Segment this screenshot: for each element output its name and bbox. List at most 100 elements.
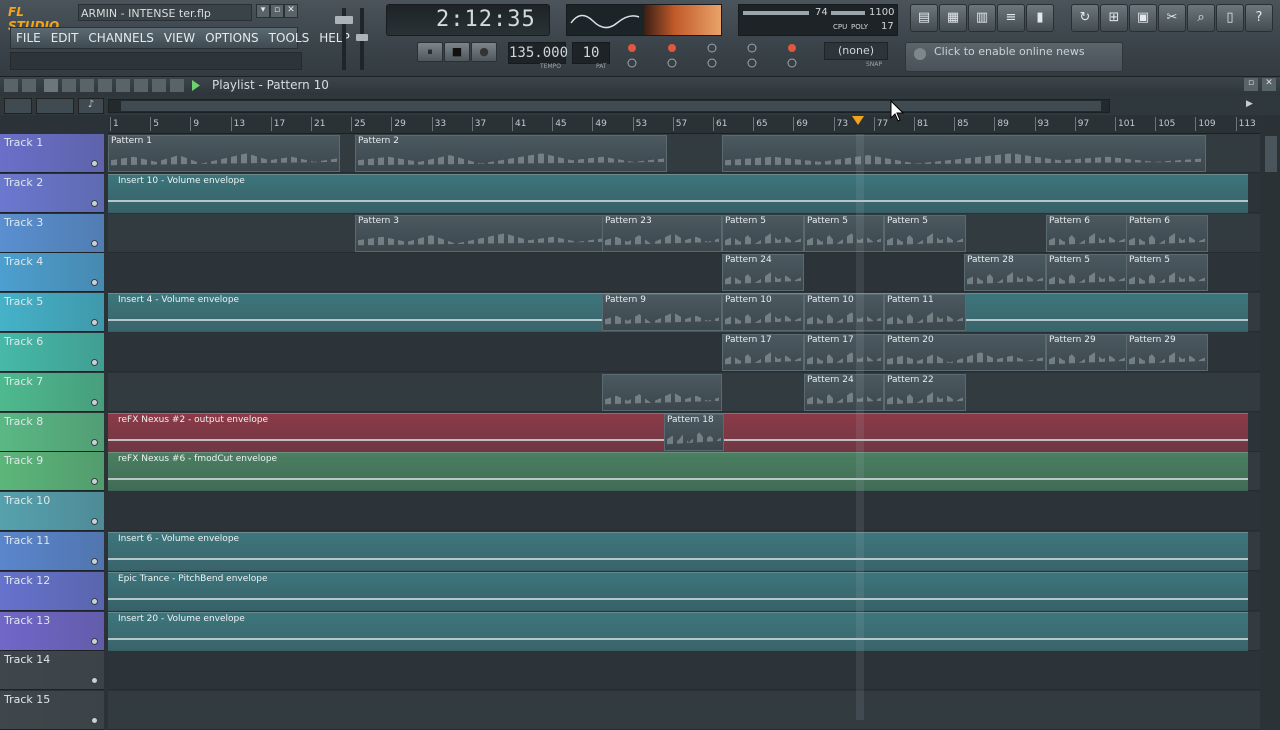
menu-options[interactable]: OPTIONS <box>200 28 264 48</box>
track-header[interactable]: Track 2 <box>0 174 104 213</box>
automation-clip[interactable]: Insert 20 - Volume envelope <box>108 612 1248 651</box>
track-lane[interactable] <box>108 492 1260 531</box>
track-mode-icon[interactable] <box>4 98 32 114</box>
pattern-clip[interactable]: Pattern 2 <box>355 135 667 172</box>
plugin-icon[interactable]: ▣ <box>1129 4 1157 32</box>
step-seq-icon[interactable]: ▥ <box>968 4 996 32</box>
track-header[interactable]: Track 10 <box>0 492 104 531</box>
pattern-clip[interactable]: Pattern 5 <box>884 215 966 252</box>
track-header[interactable]: Track 12 <box>0 572 104 611</box>
playlist-close-button[interactable]: ✕ <box>1262 78 1276 91</box>
track-header[interactable]: Track 9 <box>0 452 104 491</box>
master-pitch-fader[interactable] <box>356 6 368 72</box>
pattern-clip[interactable]: Pattern 23 <box>602 215 722 252</box>
pattern-clip[interactable]: Pattern 5 <box>804 215 884 252</box>
track-header[interactable]: Track 7 <box>0 373 104 412</box>
pattern-clip[interactable]: Pattern 9 <box>602 294 722 331</box>
scrollbar-thumb[interactable] <box>121 101 1101 111</box>
pattern-selector[interactable]: 10 <box>572 42 610 64</box>
track-header[interactable]: Track 8 <box>0 413 104 452</box>
track-enable-led[interactable] <box>91 558 98 565</box>
track-enable-led[interactable] <box>91 598 98 605</box>
note-icon[interactable]: ♪ <box>78 98 104 114</box>
track-lane[interactable] <box>108 651 1260 690</box>
track-header[interactable]: Track 3 <box>0 214 104 253</box>
snap-selector[interactable]: (none) <box>824 42 888 60</box>
pattern-clip[interactable]: Pattern 24 <box>722 254 804 291</box>
search-icon[interactable]: ⌕ <box>1187 4 1215 32</box>
track-enable-led[interactable] <box>91 717 98 724</box>
track-enable-led[interactable] <box>91 240 98 247</box>
pattern-clip[interactable]: Pattern 18 <box>664 414 724 451</box>
track-enable-led[interactable] <box>91 518 98 525</box>
notes-icon[interactable]: ▯ <box>1216 4 1244 32</box>
menu-channels[interactable]: CHANNELS <box>83 28 158 48</box>
track-enable-led[interactable] <box>91 359 98 366</box>
track-header[interactable]: Track 1 <box>0 134 104 173</box>
song-position-marker[interactable] <box>852 116 864 125</box>
master-volume-fader[interactable] <box>334 6 354 72</box>
pattern-clip[interactable]: Pattern 10 <box>722 294 804 331</box>
pattern-clip[interactable]: Pattern 11 <box>884 294 966 331</box>
track-enable-led[interactable] <box>91 279 98 286</box>
track-enable-led[interactable] <box>91 478 98 485</box>
track-header[interactable]: Track 5 <box>0 293 104 332</box>
tempo-display[interactable]: 135.000 <box>508 42 568 64</box>
pattern-clip[interactable]: Pattern 17 <box>722 334 804 371</box>
automation-clip[interactable]: Insert 6 - Volume envelope <box>108 532 1248 571</box>
piano-roll-icon[interactable]: ▦ <box>939 4 967 32</box>
track-enable-led[interactable] <box>91 439 98 446</box>
pattern-clip[interactable]: Pattern 10 <box>804 294 884 331</box>
track-enable-led[interactable] <box>91 399 98 406</box>
playlist-detach-button[interactable]: ▫ <box>1244 78 1258 91</box>
record-button[interactable]: ● <box>471 42 497 62</box>
minimize-button[interactable]: ▾ <box>256 4 270 18</box>
pattern-clip[interactable]: Pattern 17 <box>804 334 884 371</box>
track-header[interactable]: Track 15 <box>0 691 104 730</box>
track-lane[interactable] <box>108 691 1260 730</box>
tools-icon[interactable]: ✂ <box>1158 4 1186 32</box>
stop-button[interactable]: ■ <box>444 42 470 62</box>
automation-clip[interactable]: reFX Nexus #6 - fmodCut envelope <box>108 452 1248 491</box>
track-header[interactable]: Track 14 <box>0 651 104 690</box>
browser-icon[interactable]: ▮ <box>1026 4 1054 32</box>
mixer-icon[interactable]: ≡ <box>997 4 1025 32</box>
automation-clip[interactable]: Insert 10 - Volume envelope <box>108 174 1248 213</box>
pattern-clip[interactable]: Pattern 5 <box>722 215 804 252</box>
pattern-clip[interactable] <box>722 135 1206 172</box>
track-enable-led[interactable] <box>91 677 98 684</box>
pattern-clip[interactable]: Pattern 5 <box>1046 254 1128 291</box>
save-icon[interactable]: ⊞ <box>1100 4 1128 32</box>
menu-view[interactable]: VIEW <box>159 28 200 48</box>
horizontal-scrollbar[interactable] <box>108 99 1110 113</box>
help-icon[interactable]: ? <box>1245 4 1273 32</box>
pattern-clip[interactable]: Pattern 20 <box>884 334 1046 371</box>
scroll-right-icon[interactable]: ▶ <box>1246 99 1253 109</box>
track-enable-led[interactable] <box>91 319 98 326</box>
pattern-clip[interactable]: Pattern 24 <box>804 374 884 411</box>
pattern-clip[interactable]: Pattern 29 <box>1046 334 1128 371</box>
menu-tools[interactable]: TOOLS <box>264 28 315 48</box>
pattern-clip[interactable]: Pattern 28 <box>964 254 1046 291</box>
maximize-button[interactable]: ▫ <box>270 4 284 18</box>
track-enable-led[interactable] <box>91 200 98 207</box>
automation-clip[interactable]: Epic Trance - PitchBend envelope <box>108 572 1248 611</box>
pattern-clip[interactable]: Pattern 22 <box>884 374 966 411</box>
menu-edit[interactable]: EDIT <box>46 28 84 48</box>
menu-file[interactable]: FILE <box>11 28 46 48</box>
pause-button[interactable]: ⏸ <box>417 42 443 62</box>
envelope-mode-icon[interactable] <box>36 98 74 114</box>
playlist-tools[interactable] <box>4 78 200 93</box>
pattern-clip[interactable] <box>602 374 722 411</box>
track-enable-led[interactable] <box>91 160 98 167</box>
vscroll-thumb[interactable] <box>1265 136 1277 172</box>
playlist-icon[interactable]: ▤ <box>910 4 938 32</box>
pattern-clip[interactable]: Pattern 6 <box>1126 215 1208 252</box>
playlist-title[interactable]: Playlist - Pattern 10 <box>212 77 329 93</box>
track-header[interactable]: Track 13 <box>0 612 104 651</box>
track-enable-led[interactable] <box>91 638 98 645</box>
pattern-clip[interactable]: Pattern 1 <box>108 135 340 172</box>
pattern-clip[interactable]: Pattern 5 <box>1126 254 1208 291</box>
pattern-clip[interactable]: Pattern 29 <box>1126 334 1208 371</box>
pattern-clip[interactable]: Pattern 3 <box>355 215 605 252</box>
